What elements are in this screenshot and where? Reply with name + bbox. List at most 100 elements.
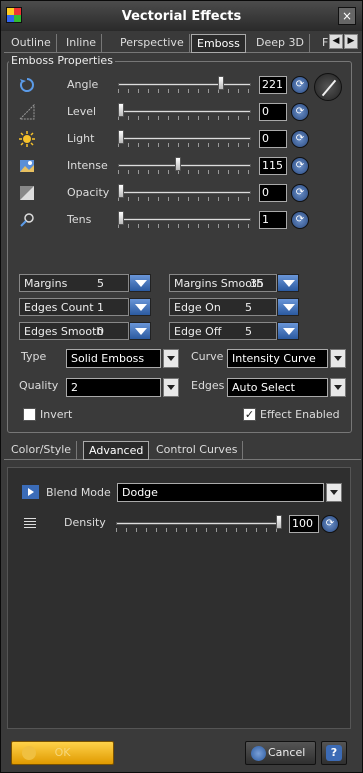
edge-off-label: Edge Off [174, 325, 222, 338]
tens-slider-thumb[interactable] [118, 211, 124, 225]
window-title: Vectorial Effects [121, 9, 242, 24]
help-icon: ? [326, 745, 342, 761]
angle-slider-thumb[interactable] [218, 76, 225, 90]
opacity-spin-icon[interactable]: ⟳ [291, 184, 309, 202]
edge-on-dropdown-icon[interactable] [277, 298, 299, 316]
tens-value-field[interactable]: 1 [259, 211, 287, 229]
cancel-button[interactable]: Cancel [245, 741, 316, 765]
light-label: Light [67, 132, 95, 145]
intense-slider-track[interactable] [118, 164, 251, 167]
curve-select[interactable]: Intensity Curve [227, 349, 346, 368]
effect-tabs: Outline Inline Perspective Emboss Deep 3… [4, 31, 361, 53]
effect-enabled-checkbox[interactable]: ✓ [243, 408, 256, 421]
level-slider-ticks [118, 116, 251, 120]
opacity-value-field[interactable]: 0 [259, 184, 287, 202]
angle-dial[interactable] [314, 73, 342, 101]
edges-smooth-combo[interactable]: Edges Smooth 0 [19, 322, 151, 340]
light-value-field[interactable]: 0 [259, 130, 287, 148]
tension-icon [20, 213, 34, 227]
tab-perspective[interactable]: Perspective [115, 34, 190, 53]
tab-scroll-left-icon[interactable]: ◀ [329, 34, 343, 49]
light-slider-track[interactable] [118, 137, 251, 140]
curve-value: Intensity Curve [232, 352, 316, 365]
edges-count-combo[interactable]: Edges Count 1 [19, 298, 151, 316]
cancel-label: Cancel [268, 746, 306, 759]
type-select[interactable]: Solid Emboss [66, 349, 179, 368]
margins-label: Margins [24, 277, 68, 290]
angle-value-field[interactable]: 221 [259, 76, 287, 94]
density-value-field[interactable]: 100 [289, 515, 319, 533]
intense-slider-thumb[interactable] [175, 157, 182, 171]
opacity-slider-thumb[interactable] [118, 184, 124, 198]
level-row: Level 0 ⟳ [15, 102, 345, 122]
curve-chevron-down-icon[interactable] [330, 349, 346, 368]
emboss-properties-legend: Emboss Properties [9, 54, 115, 67]
advanced-panel: Blend Mode Dodge Density 100 ⟳ [7, 467, 351, 729]
blend-mode-icon [22, 485, 39, 499]
style-tabs: Color/Style Advanced Control Curves [4, 438, 361, 460]
margins-dropdown-icon[interactable] [129, 274, 151, 292]
margins-smooth-combo[interactable]: Margins Smooth 35 [169, 274, 299, 292]
tens-spin-icon[interactable]: ⟳ [291, 211, 309, 229]
tab-scroll-right-icon[interactable]: ▶ [344, 34, 358, 49]
intense-value-field[interactable]: 115 [259, 157, 287, 175]
intense-spin-icon[interactable]: ⟳ [291, 157, 309, 175]
density-slider-track[interactable] [116, 522, 282, 525]
blend-mode-chevron-down-icon[interactable] [326, 483, 342, 502]
level-value-field[interactable]: 0 [259, 103, 287, 121]
cancel-icon [251, 746, 266, 761]
blend-mode-select[interactable]: Dodge [117, 483, 342, 502]
margins-smooth-dropdown-icon[interactable] [277, 274, 299, 292]
edges-smooth-dropdown-icon[interactable] [129, 322, 151, 340]
edge-off-combo[interactable]: Edge Off 5 [169, 322, 299, 340]
tab-deep-3d[interactable]: Deep 3D [251, 34, 310, 53]
angle-spin-icon[interactable]: ⟳ [291, 76, 309, 94]
density-label: Density [64, 516, 106, 529]
level-icon [19, 104, 35, 120]
quality-value: 2 [71, 381, 78, 394]
edge-off-dropdown-icon[interactable] [277, 322, 299, 340]
title-bar[interactable]: Vectorial Effects × [1, 1, 362, 31]
tab-outline[interactable]: Outline [6, 34, 57, 53]
tens-slider-track[interactable] [118, 218, 251, 221]
edge-on-combo[interactable]: Edge On 5 [169, 298, 299, 316]
tab-inline[interactable]: Inline [61, 34, 103, 53]
edges-count-dropdown-icon[interactable] [129, 298, 151, 316]
tab-advanced[interactable]: Advanced [83, 441, 150, 460]
help-button[interactable]: ? [321, 741, 347, 765]
quality-select[interactable]: 2 [66, 378, 179, 397]
level-spin-icon[interactable]: ⟳ [291, 103, 309, 121]
level-label: Level [67, 105, 97, 118]
light-spin-icon[interactable]: ⟳ [291, 130, 309, 148]
angle-slider-track[interactable] [118, 83, 251, 86]
edges-chevron-down-icon[interactable] [330, 378, 346, 397]
tab-control-curves[interactable]: Control Curves [151, 441, 244, 460]
intense-slider-ticks [118, 170, 251, 174]
edge-on-label: Edge On [174, 301, 221, 314]
opacity-slider-track[interactable] [118, 191, 251, 194]
level-slider-track[interactable] [118, 110, 251, 113]
density-slider-thumb[interactable] [276, 515, 282, 529]
close-button[interactable]: × [338, 7, 356, 25]
invert-checkbox[interactable] [23, 408, 36, 421]
light-row: Light 0 ⟳ [15, 129, 345, 149]
type-chevron-down-icon[interactable] [163, 349, 179, 368]
quality-chevron-down-icon[interactable] [163, 378, 179, 397]
level-slider-thumb[interactable] [118, 103, 124, 117]
margins-value: 5 [97, 277, 104, 290]
margins-combo[interactable]: Margins 5 [19, 274, 151, 292]
density-icon [24, 518, 36, 528]
edges-select[interactable]: Auto Select [227, 378, 346, 397]
tab-emboss[interactable]: Emboss [191, 34, 246, 53]
ok-button[interactable]: OK [11, 741, 114, 765]
margins-smooth-value: 35 [250, 277, 264, 290]
rotate-icon [20, 78, 34, 92]
density-spin-icon[interactable]: ⟳ [321, 515, 339, 533]
tab-color-style[interactable]: Color/Style [6, 441, 78, 460]
opacity-label: Opacity [67, 186, 110, 199]
edges-count-value: 1 [97, 301, 104, 314]
light-slider-thumb[interactable] [118, 130, 124, 144]
light-slider-ticks [118, 143, 251, 147]
ok-icon [22, 746, 36, 760]
tens-label: Tens [67, 213, 92, 226]
